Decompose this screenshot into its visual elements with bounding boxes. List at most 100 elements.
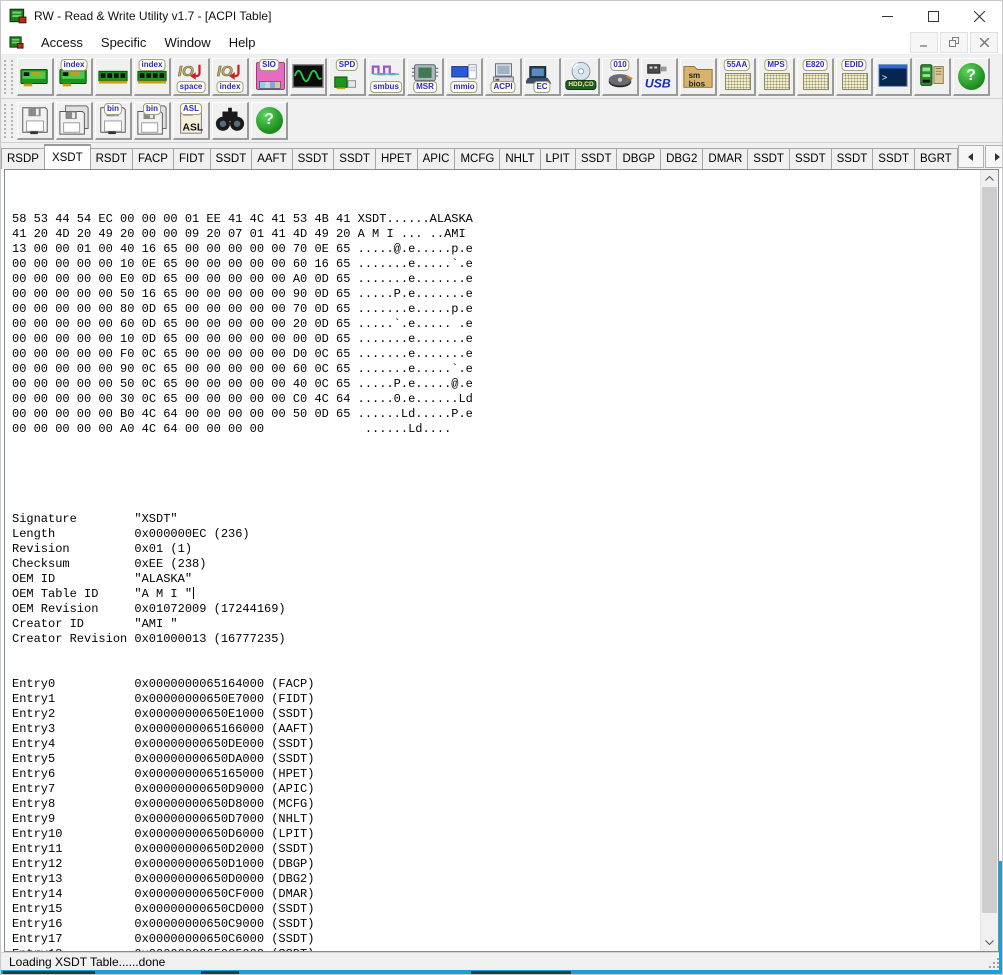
save-icon[interactable] — [17, 101, 54, 140]
asl-icon[interactable]: ASL ASL — [173, 101, 210, 140]
scrollbar-thumb[interactable] — [982, 187, 997, 913]
device-monitor-icon[interactable] — [914, 57, 951, 96]
tab-nhlt-12[interactable]: NHLT — [499, 148, 541, 169]
svg-text:bios: bios — [689, 79, 706, 88]
disk-editor-icon[interactable]: 010 — [602, 57, 639, 96]
minimize-button[interactable] — [864, 1, 910, 31]
hex-line: 00 00 00 00 00 B0 4C 64 00 00 00 00 00 5… — [12, 407, 473, 421]
close-button[interactable] — [956, 1, 1002, 31]
tab-ssdt-18[interactable]: SSDT — [747, 148, 790, 169]
icon-label-bubble: space — [176, 80, 206, 93]
hex-line: 58 53 44 54 EC 00 00 00 01 EE 41 4C 41 5… — [12, 212, 473, 226]
mps-icon[interactable]: MPS — [758, 57, 795, 96]
clock-generator-icon[interactable] — [290, 57, 327, 96]
toolbar-grip[interactable] — [4, 59, 13, 94]
tab-ssdt-8[interactable]: SSDT — [333, 148, 376, 169]
smbus-icon[interactable]: smbus — [368, 57, 405, 96]
tab-ssdt-5[interactable]: SSDT — [209, 148, 253, 169]
menu-specific[interactable]: Specific — [92, 33, 156, 52]
tab-ssdt-14[interactable]: SSDT — [574, 148, 618, 169]
fields-list: Signature "XSDT" Length 0x000000EC (236) Rev… — [12, 512, 974, 647]
mmio-icon[interactable]: mmio — [446, 57, 483, 96]
pci-icon[interactable] — [17, 57, 54, 96]
tab-hpet-9[interactable]: HPET — [374, 148, 418, 169]
tab-bgrt-22[interactable]: BGRT — [913, 148, 958, 169]
field-row-label: OEM ID — [12, 572, 56, 586]
tab-ssdt-7[interactable]: SSDT — [291, 148, 335, 169]
find-icon[interactable] — [212, 101, 249, 140]
window-title: RW - Read & Write Utility v1.7 - [ACPI T… — [34, 9, 272, 23]
entry-row-label: Entry15 — [12, 902, 63, 916]
entry-row-value: 0x0000000065164000 (FACP) — [134, 677, 315, 691]
io-space-icon[interactable]: IO space — [173, 57, 210, 96]
icon-label-bubble: MSR — [413, 80, 437, 93]
mdi-restore-button[interactable] — [940, 32, 968, 53]
memory-icon[interactable] — [95, 57, 132, 96]
menu-access[interactable]: Access — [32, 33, 92, 52]
command-window-icon[interactable]: > — [875, 57, 912, 96]
hex-line: 00 00 00 00 00 E0 0D 65 00 00 00 00 00 A… — [12, 272, 473, 286]
e820-icon[interactable]: E820 — [797, 57, 834, 96]
hdd-cd-icon[interactable]: HDD,CD — [563, 57, 600, 96]
help-icon-2[interactable]: ? — [251, 101, 288, 140]
icon-label-bubble: bin — [143, 102, 161, 115]
icon-label-bubble: E820 — [802, 58, 828, 71]
tab-scroll-left-button[interactable] — [957, 145, 984, 168]
tab-apic-10[interactable]: APIC — [416, 148, 456, 169]
boot-sector-55aa-icon[interactable]: 55AA — [719, 57, 756, 96]
tab-scroll-right-button[interactable] — [984, 145, 1002, 168]
entry-row: Entry10 0x00000000650D6000 (LPIT) — [12, 827, 974, 842]
menu-window[interactable]: Window — [155, 33, 219, 52]
save-all-icon[interactable] — [56, 101, 93, 140]
icon-label-bubble: index — [216, 80, 244, 93]
memory-index-icon[interactable]: index — [134, 57, 171, 96]
maximize-button[interactable] — [910, 1, 956, 31]
mdi-close-button[interactable] — [970, 32, 998, 53]
tab-lpit-13[interactable]: LPIT — [539, 148, 576, 169]
edid-icon[interactable]: EDID — [836, 57, 873, 96]
tab-dmar-17[interactable]: DMAR — [702, 148, 749, 169]
hex-line: 00 00 00 00 00 F0 0C 65 00 00 00 00 00 D… — [12, 347, 473, 361]
help-icon[interactable]: ? — [953, 57, 990, 96]
acpi-icon[interactable]: ACPI — [485, 57, 522, 96]
icon-label-bubble: EC — [533, 80, 551, 93]
spd-icon[interactable]: SPD — [329, 57, 366, 96]
xsdt-table-text: 58 53 44 54 EC 00 00 00 01 EE 41 4C 41 5… — [12, 182, 974, 951]
msr-icon[interactable]: MSR — [407, 57, 444, 96]
embedded-controller-icon[interactable]: EC — [524, 57, 561, 96]
pci-index-icon[interactable]: index — [56, 57, 93, 96]
menu-items: Access Specific Window Help — [32, 33, 264, 52]
icon-label-bubble: ACPI — [490, 80, 516, 93]
save-all-binary-icon[interactable]: bin — [134, 101, 171, 140]
mdi-minimize-button[interactable] — [910, 32, 938, 53]
mdi-close-icon — [979, 38, 989, 47]
entry-row-label: Entry11 — [12, 842, 63, 856]
hex-line: 00 00 00 00 00 50 0C 65 00 00 00 00 00 4… — [12, 377, 473, 391]
usb-icon[interactable]: USB — [641, 57, 678, 96]
scroll-up-button[interactable] — [981, 170, 998, 187]
tab-ssdt-20[interactable]: SSDT — [830, 148, 874, 169]
mdi-child-icon — [9, 36, 24, 49]
tab-rsdt-2[interactable]: RSDT — [89, 148, 133, 169]
tab-dbg2-16[interactable]: DBG2 — [660, 148, 704, 169]
scroll-down-button[interactable] — [981, 934, 998, 951]
tab-mcfg-11[interactable]: MCFG — [454, 148, 501, 169]
tab-dbgp-15[interactable]: DBGP — [616, 148, 662, 169]
tab-ssdt-21[interactable]: SSDT — [872, 148, 915, 169]
tab-fidt-4[interactable]: FIDT — [172, 148, 211, 169]
menu-help[interactable]: Help — [220, 33, 265, 52]
field-row-value: "A M I " — [134, 587, 193, 601]
smbios-icon[interactable]: sm bios — [680, 57, 717, 96]
tab-xsdt-1[interactable]: XSDT — [43, 144, 91, 169]
vertical-scrollbar[interactable] — [980, 170, 998, 951]
tab-facp-3[interactable]: FACP — [131, 148, 174, 169]
tab-ssdt-19[interactable]: SSDT — [788, 148, 832, 169]
tab-aaft-6[interactable]: AAFT — [251, 148, 293, 169]
tab-rsdp-0[interactable]: RSDP — [1, 148, 45, 169]
toolbar-grip-2[interactable] — [4, 103, 13, 138]
save-binary-icon[interactable]: bin — [95, 101, 132, 140]
entry-row-label: Entry12 — [12, 857, 63, 871]
super-io-icon[interactable]: SIO — [251, 57, 288, 96]
entry-row-label: Entry5 — [12, 752, 56, 766]
io-index-icon[interactable]: IO index — [212, 57, 249, 96]
